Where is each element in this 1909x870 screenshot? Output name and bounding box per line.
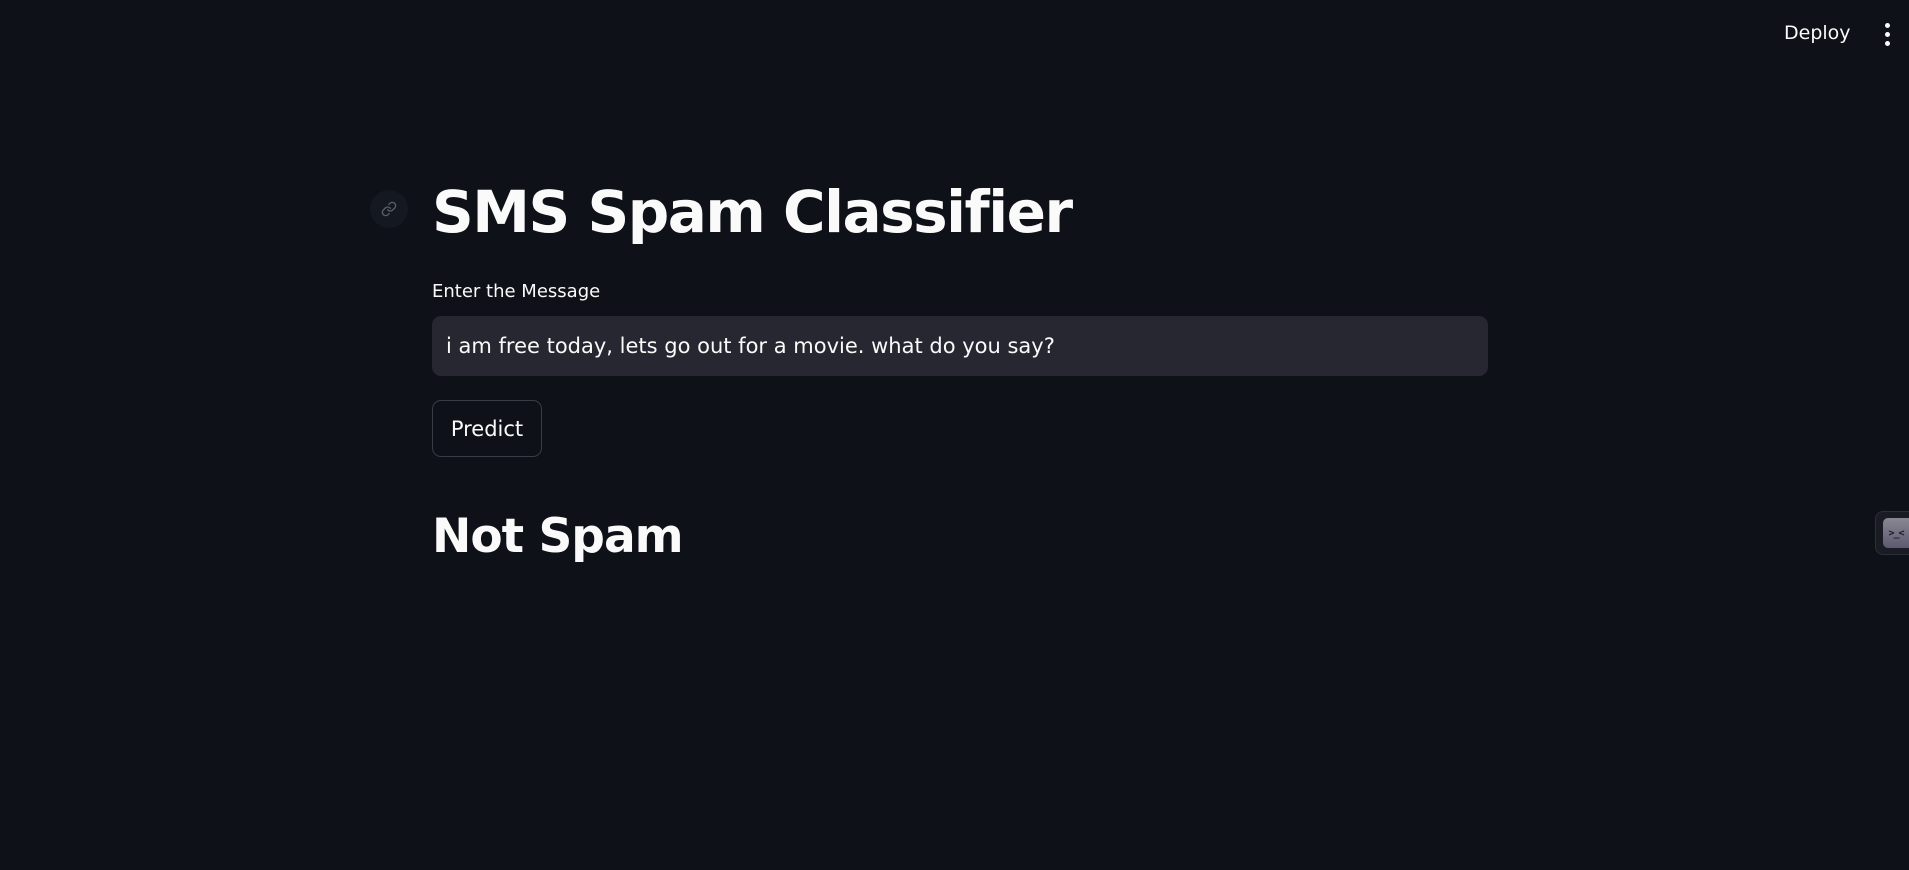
- robot-face-icon: >_<: [1883, 518, 1909, 548]
- deploy-button[interactable]: Deploy: [1770, 16, 1865, 50]
- header: Deploy: [0, 0, 1909, 66]
- menu-dot: [1884, 22, 1890, 28]
- predict-button[interactable]: Predict: [432, 400, 542, 457]
- kebab-menu-icon[interactable]: [1874, 17, 1900, 51]
- side-widget-button[interactable]: >_<: [1875, 511, 1909, 555]
- app-root: Deploy SMS Spam Classifier Enter the Mes…: [0, 0, 1909, 870]
- message-input-label: Enter the Message: [432, 281, 601, 302]
- prediction-result: Not Spam: [432, 509, 684, 564]
- link-icon[interactable]: [370, 190, 408, 228]
- page-title: SMS Spam Classifier: [432, 178, 1073, 246]
- menu-dot: [1884, 31, 1890, 37]
- menu-dot: [1884, 40, 1890, 46]
- message-input[interactable]: [432, 316, 1488, 376]
